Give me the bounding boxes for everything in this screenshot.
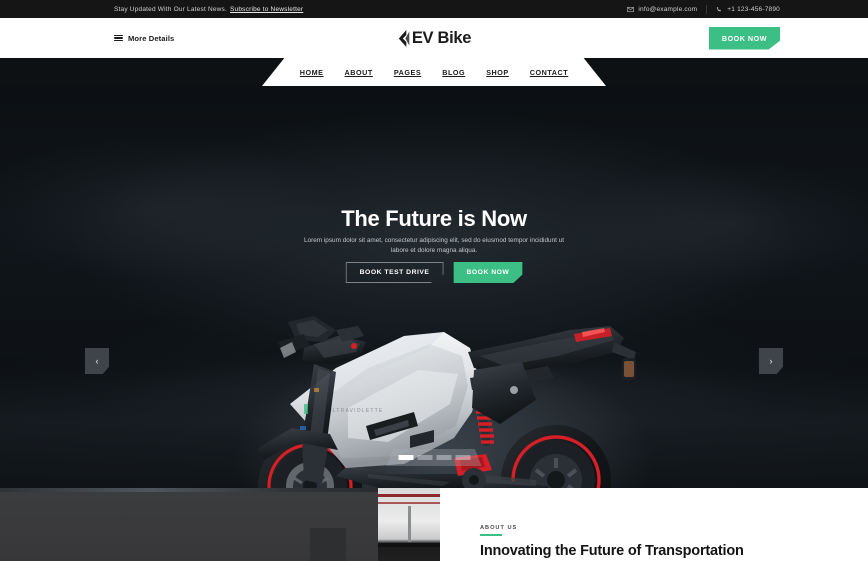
carousel-pagination	[386, 449, 482, 466]
nav-item-pages[interactable]: PAGES	[394, 68, 421, 77]
product-wordmark: ULTRAVIOLETTE	[328, 408, 383, 414]
logo-text: EV Bike	[411, 28, 472, 47]
main-navigation: HOME ABOUT PAGES BLOG SHOP CONTACT	[262, 58, 606, 86]
photo-rail	[378, 543, 440, 547]
about-accent-block	[310, 528, 346, 561]
nav-item-home[interactable]: HOME	[300, 68, 324, 77]
envelope-icon	[627, 6, 635, 13]
book-test-drive-button[interactable]: BOOK TEST DRIVE	[345, 262, 444, 283]
phone-text: +1 123-456-7890	[727, 5, 780, 13]
hero-subtitle: Lorem ipsum dolor sit amet, consectetur …	[303, 237, 565, 254]
chevron-left-logo-icon	[397, 29, 410, 47]
carousel-dot-4[interactable]	[455, 455, 470, 460]
hero-cta-group: BOOK TEST DRIVE BOOK NOW	[345, 262, 523, 283]
about-text-column: ABOUT US Innovating the Future of Transp…	[440, 488, 868, 561]
hero-book-now-button[interactable]: BOOK NOW	[453, 262, 523, 283]
news-text: Stay Updated With Our Latest News.	[114, 5, 228, 13]
nav-item-blog[interactable]: BLOG	[442, 68, 465, 77]
about-section: ABOUT US Innovating the Future of Transp…	[0, 488, 868, 561]
topbar-phone[interactable]: +1 123-456-7890	[716, 6, 780, 13]
site-header: More Details EV Bike BOOK NOW	[0, 18, 868, 58]
about-visual	[0, 488, 440, 561]
about-heading: Innovating the Future of Transportation	[480, 542, 744, 559]
photo-beam-1	[378, 494, 440, 497]
topbar-divider	[706, 4, 708, 14]
top-announcement-bar: Stay Updated With Our Latest News. Subsc…	[0, 0, 868, 18]
carousel-dot-1[interactable]	[398, 455, 413, 460]
page-root: Stay Updated With Our Latest News. Subsc…	[0, 0, 868, 561]
hero-title: The Future is Now	[341, 206, 527, 231]
photo-pole	[408, 506, 411, 542]
header-book-now-button[interactable]: BOOK NOW	[708, 26, 780, 50]
chevron-left-icon: ‹	[95, 356, 99, 366]
about-accent-underline	[480, 534, 502, 536]
chevron-right-icon: ›	[769, 356, 773, 366]
email-text: info@example.com	[638, 5, 698, 13]
site-logo[interactable]: EV Bike	[397, 29, 471, 48]
main-navigation-wrapper: HOME ABOUT PAGES BLOG SHOP CONTACT	[0, 58, 868, 86]
carousel-dot-3[interactable]	[436, 455, 451, 460]
nav-item-shop[interactable]: SHOP	[486, 68, 509, 77]
topbar-news: Stay Updated With Our Latest News. Subsc…	[114, 6, 303, 13]
topbar-email[interactable]: info@example.com	[627, 6, 697, 13]
phone-icon	[716, 6, 723, 13]
topbar-contact: info@example.com +1 123-456-7890	[627, 4, 780, 14]
carousel-dot-2[interactable]	[417, 455, 432, 460]
about-workshop-photo	[378, 488, 440, 561]
newsletter-subscribe-link[interactable]: Subscribe to Newsletter	[230, 6, 303, 13]
nav-item-contact[interactable]: CONTACT	[530, 68, 568, 77]
nav-item-about[interactable]: ABOUT	[345, 68, 373, 77]
carousel-next-button[interactable]: ›	[759, 348, 783, 374]
carousel-prev-button[interactable]: ‹	[85, 348, 109, 374]
photo-beam-2	[378, 502, 440, 504]
hero-slider: The Future is Now Lorem ipsum dolor sit …	[0, 86, 868, 488]
handlebar-assembly	[278, 316, 366, 364]
more-details-button[interactable]: More Details	[114, 34, 174, 43]
more-details-label: More Details	[128, 33, 175, 43]
about-eyebrow-label: ABOUT US	[480, 525, 518, 531]
hamburger-icon	[114, 34, 123, 42]
